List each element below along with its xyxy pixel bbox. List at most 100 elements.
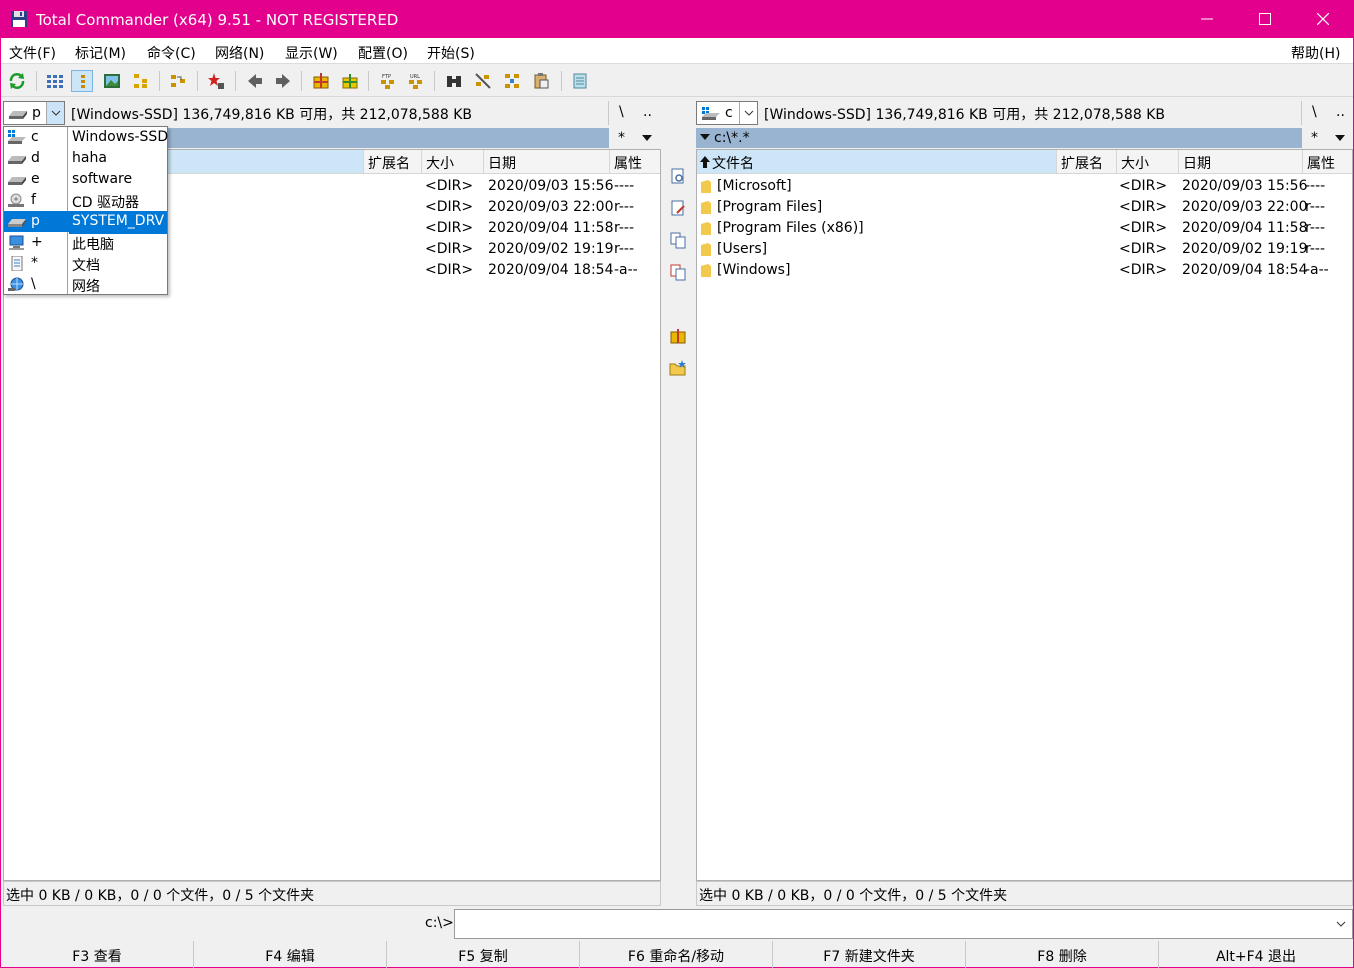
drive-option-this-pc[interactable]: + 此电脑	[4, 232, 167, 253]
drive-option-f[interactable]: f CD 驱动器	[4, 190, 167, 211]
right-col-name[interactable]: 文件名	[697, 150, 1057, 173]
clipboard-icon	[534, 73, 549, 89]
toolbar-separator	[368, 71, 369, 91]
multi-rename-button[interactable]	[472, 70, 494, 92]
right-drive-dropdown-button[interactable]	[739, 102, 757, 124]
table-row[interactable]: [Program Files (x86)] <DIR> 2020/09/04 1…	[697, 218, 1352, 239]
drive-option-d[interactable]: d haha	[4, 148, 167, 169]
url-connect-button[interactable]: URL	[405, 70, 427, 92]
drive-name: software	[72, 171, 133, 187]
row-attr: r---	[1305, 241, 1326, 257]
notepad-button[interactable]	[569, 70, 591, 92]
swap-panels-button[interactable]	[167, 70, 189, 92]
f8-delete-button[interactable]: F8 删除	[966, 941, 1159, 968]
left-drive-letter: p	[32, 105, 41, 121]
forward-button[interactable]	[272, 70, 294, 92]
left-filter[interactable]: *	[618, 130, 625, 146]
drive-letter: f	[31, 192, 36, 208]
right-col-ext[interactable]: 扩展名	[1057, 150, 1117, 173]
thumbnail-view-button[interactable]	[101, 70, 123, 92]
close-button[interactable]	[1295, 1, 1353, 38]
hard-drive-icon	[8, 156, 26, 164]
left-up-button[interactable]: ..	[643, 104, 652, 120]
star-selection-icon	[208, 73, 224, 89]
right-root-button[interactable]: \	[1312, 104, 1317, 120]
network-icon	[8, 277, 24, 291]
menu-help[interactable]: 帮助(H)	[1291, 43, 1340, 63]
left-drive-selector[interactable]: p	[3, 101, 65, 125]
menu-net[interactable]: 网络(N)	[215, 43, 264, 63]
row-date: 2020/09/04 18:54	[488, 262, 614, 278]
refresh-button[interactable]	[6, 70, 28, 92]
right-col-size[interactable]: 大小	[1117, 150, 1179, 173]
f5-copy-button[interactable]: F5 复制	[387, 941, 580, 968]
menu-file[interactable]: 文件(F)	[9, 43, 56, 63]
menu-commands[interactable]: 命令(C)	[147, 43, 196, 63]
table-row[interactable]: [Program Files] <DIR> 2020/09/03 22:00 r…	[697, 197, 1352, 218]
tree-view-button[interactable]	[130, 70, 152, 92]
edit-file-icon[interactable]	[669, 199, 687, 217]
full-view-button[interactable]	[71, 70, 93, 92]
pack-icon[interactable]	[669, 327, 687, 345]
pack-files-button[interactable]	[310, 70, 332, 92]
right-path-bar[interactable]: c:\*.*	[696, 128, 1302, 148]
menu-configuration[interactable]: 配置(O)	[358, 43, 408, 63]
filter-dropdown-icon[interactable]	[642, 135, 652, 141]
clipboard-button[interactable]	[530, 70, 552, 92]
menu-show[interactable]: 显示(W)	[285, 43, 338, 63]
drive-option-e[interactable]: e software	[4, 169, 167, 190]
drive-name: 文档	[72, 258, 100, 274]
right-col-date[interactable]: 日期	[1179, 150, 1303, 173]
view-file-icon[interactable]	[669, 167, 687, 185]
right-file-panel[interactable]: 文件名 扩展名 大小 日期 属性 [Microsoft] <DIR> 2020/…	[696, 149, 1353, 881]
left-col-attr[interactable]: 属性	[610, 150, 660, 173]
ftp-connect-button[interactable]: FTP	[377, 70, 399, 92]
menu-mark[interactable]: 标记(M)	[75, 43, 126, 63]
right-up-button[interactable]: ..	[1336, 104, 1345, 120]
f3-view-button[interactable]: F3 查看	[1, 941, 194, 968]
search-button[interactable]	[443, 70, 465, 92]
folder-icon	[701, 264, 711, 277]
sync-icon	[505, 74, 519, 88]
back-button[interactable]	[244, 70, 266, 92]
move-file-icon[interactable]	[669, 263, 687, 281]
minimize-button[interactable]	[1179, 1, 1237, 38]
table-row[interactable]: [Windows] <DIR> 2020/09/04 18:54 -a--	[697, 260, 1352, 281]
f4-edit-button[interactable]: F4 编辑	[194, 941, 387, 968]
row-date: 2020/09/03 22:00	[488, 199, 614, 215]
full-view-icon	[81, 75, 85, 88]
left-col-date[interactable]: 日期	[484, 150, 610, 173]
left-drive-dropdown-button[interactable]	[46, 102, 64, 124]
right-col-attr[interactable]: 属性	[1303, 150, 1352, 173]
table-row[interactable]: [Microsoft] <DIR> 2020/09/03 15:56 ----	[697, 176, 1352, 197]
drive-option-p[interactable]: p SYSTEM_DRV	[4, 211, 167, 234]
chevron-down-icon	[51, 110, 61, 116]
drive-option-documents[interactable]: * 文档	[4, 253, 167, 274]
f7-new-folder-button[interactable]: F7 新建文件夹	[773, 941, 966, 968]
unpack-files-button[interactable]	[339, 70, 361, 92]
history-dropdown-icon[interactable]	[700, 134, 710, 140]
select-group-button[interactable]	[205, 70, 227, 92]
left-col-size[interactable]: 大小	[422, 150, 484, 173]
table-row[interactable]: [Users] <DIR> 2020/09/02 19:19 r---	[697, 239, 1352, 260]
command-prompt: c:\>	[425, 915, 454, 931]
filter-dropdown-icon[interactable]	[1335, 135, 1345, 141]
copy-file-icon[interactable]	[669, 231, 687, 249]
drive-option-network[interactable]: \ 网络	[4, 274, 167, 295]
right-drive-info[interactable]: [Windows-SSD] 136,749,816 KB 可用，共 212,07…	[764, 104, 1165, 124]
left-root-button[interactable]: \	[619, 104, 624, 120]
left-drive-info[interactable]: [Windows-SSD] 136,749,816 KB 可用，共 212,07…	[71, 104, 472, 124]
new-folder-icon[interactable]	[669, 359, 687, 377]
maximize-button[interactable]	[1237, 1, 1295, 38]
right-filter[interactable]: *	[1311, 130, 1318, 146]
alt-f4-exit-button[interactable]: Alt+F4 退出	[1159, 941, 1353, 968]
right-drive-selector[interactable]: c	[696, 101, 758, 125]
chevron-down-icon[interactable]	[1336, 921, 1346, 927]
f6-rename-move-button[interactable]: F6 重命名/移动	[580, 941, 773, 968]
brief-view-button[interactable]	[44, 70, 66, 92]
left-col-ext[interactable]: 扩展名	[364, 150, 422, 173]
menu-start[interactable]: 开始(S)	[427, 43, 475, 63]
drive-option-c[interactable]: c Windows-SSD	[4, 127, 168, 148]
sync-dirs-button[interactable]	[501, 70, 523, 92]
command-line-input[interactable]	[454, 909, 1353, 939]
